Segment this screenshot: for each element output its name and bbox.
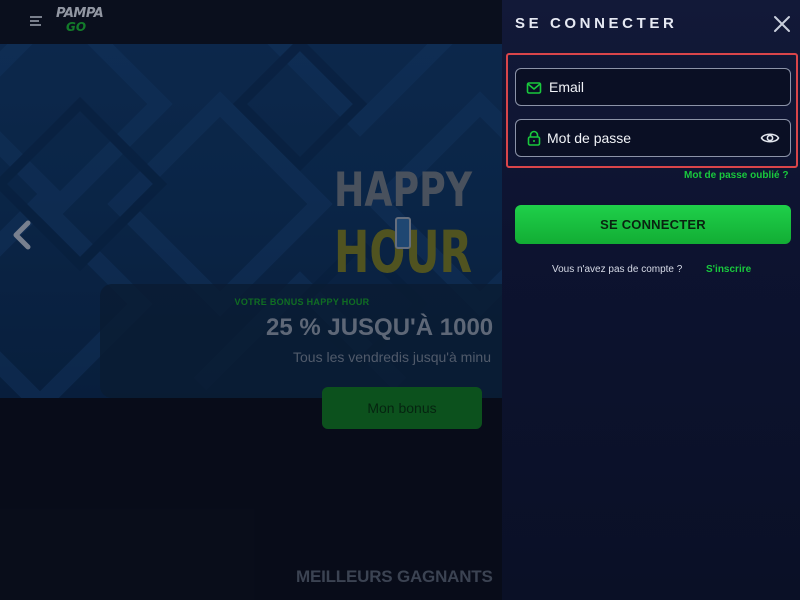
eye-icon[interactable]: [760, 130, 780, 146]
forgot-password-link[interactable]: Mot de passe oublié ?: [684, 170, 788, 181]
password-field[interactable]: [515, 119, 791, 157]
no-account-text: Vous n'avez pas de compte ?: [552, 264, 683, 275]
panel-title: SE CONNECTER: [515, 15, 678, 32]
close-icon[interactable]: [772, 14, 792, 34]
envelope-icon: [526, 82, 542, 94]
password-input[interactable]: [547, 120, 747, 156]
overlay-dim[interactable]: [0, 0, 502, 600]
lock-icon: [527, 130, 541, 146]
email-input[interactable]: [549, 69, 749, 105]
email-field[interactable]: [515, 68, 791, 106]
login-button[interactable]: SE CONNECTER: [515, 205, 791, 244]
login-panel: SE CONNECTER Mot de passe oublié ? SE CO…: [502, 0, 800, 600]
signup-link[interactable]: S'inscrire: [706, 264, 751, 275]
